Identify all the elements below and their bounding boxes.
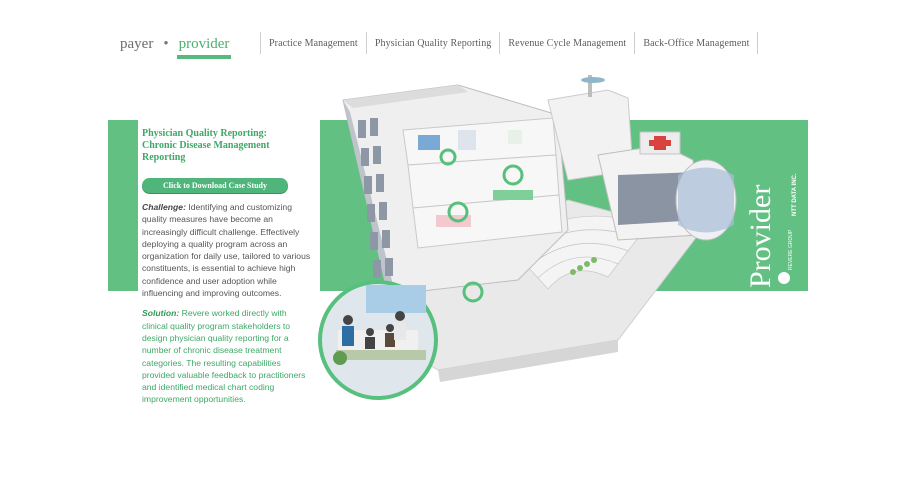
title-line-1: Physician Quality Reporting: <box>142 128 268 139</box>
title-line-3: Reporting <box>142 152 186 163</box>
nav-back-office-management[interactable]: Back-Office Management <box>635 38 757 49</box>
challenge-label: Challenge: <box>142 202 186 212</box>
title-line-2: Chronic Disease Management <box>142 140 270 151</box>
top-nav: Practice Management Physician Quality Re… <box>260 32 759 54</box>
download-case-study-button[interactable]: Click to Download Case Study <box>142 178 288 193</box>
challenge-text: Identifying and customizing quality meas… <box>142 202 311 299</box>
provider-link-label: provider <box>178 36 230 52</box>
audience-toggle: payer • provider <box>120 36 232 59</box>
hospital-illustration <box>318 75 737 400</box>
ntt-data-text: NTT DATA INC. <box>792 173 798 216</box>
solution-paragraph: Solution: Revere worked directly with cl… <box>142 307 312 405</box>
provider-brand-vertical: Provider REVERE GROUP NTT DATA INC. <box>744 173 798 288</box>
green-band-left <box>108 120 138 291</box>
provider-link[interactable]: provider <box>176 36 232 59</box>
revere-logo-icon <box>778 272 790 284</box>
solution-text: Revere worked directly with clinical qua… <box>142 308 306 405</box>
nav-revenue-cycle-management[interactable]: Revenue Cycle Management <box>500 38 634 49</box>
nav-physician-quality-reporting[interactable]: Physician Quality Reporting <box>367 38 500 49</box>
nav-divider <box>757 32 759 54</box>
solution-label: Solution: <box>142 308 180 319</box>
challenge-paragraph: Challenge: Identifying and customizing q… <box>142 201 312 299</box>
toggle-dot: • <box>163 36 169 52</box>
provider-vertical-label: Provider <box>744 185 777 288</box>
case-study-column: Physician Quality Reporting: Chronic Dis… <box>142 128 312 406</box>
revere-logo-text: REVERE GROUP <box>788 229 794 270</box>
nav-practice-management[interactable]: Practice Management <box>261 38 366 49</box>
payer-link[interactable]: payer <box>120 36 153 52</box>
case-study-title: Physician Quality Reporting: Chronic Dis… <box>142 128 312 164</box>
active-underline <box>176 55 232 59</box>
